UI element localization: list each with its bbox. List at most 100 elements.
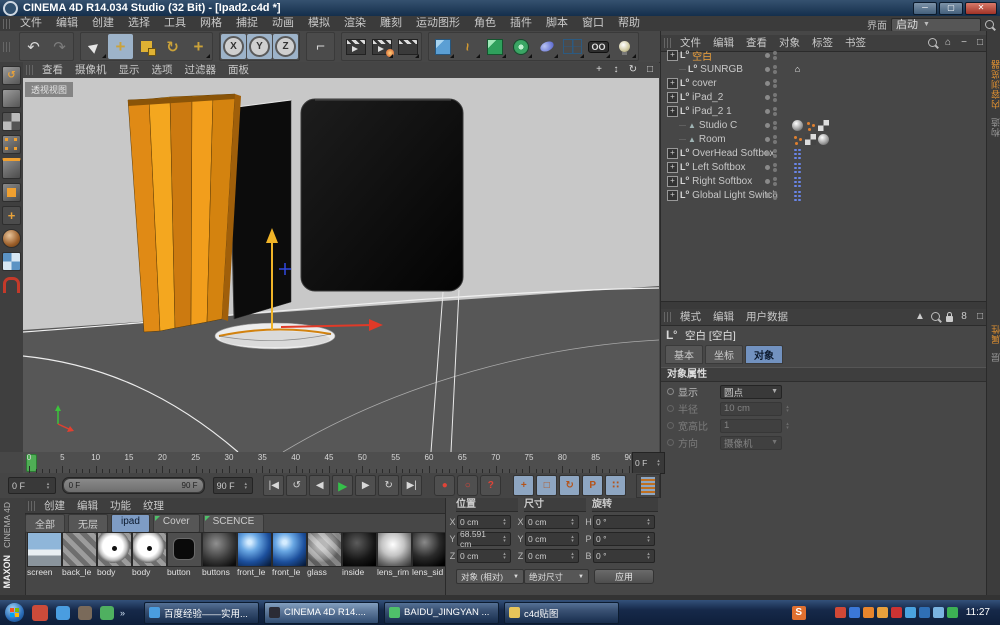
current-frame-input[interactable]: 0 F▴▾ [8, 477, 56, 494]
timeline-mode-button[interactable] [636, 474, 660, 498]
quick-launch-icon-3[interactable] [100, 606, 114, 620]
object-row[interactable]: —▲Studio C [661, 118, 987, 132]
quick-launch-icon-1[interactable] [56, 606, 70, 620]
am-menu-item-0[interactable]: 模式 [674, 309, 707, 325]
material-thumbnail[interactable] [272, 532, 307, 567]
expand-toggle-icon[interactable]: + [667, 148, 678, 159]
menubar-item-1[interactable]: 编辑 [49, 16, 85, 31]
layer-dot[interactable] [765, 95, 770, 100]
layer-dot[interactable] [765, 81, 770, 86]
material-layer-tab-1[interactable]: 无层 [68, 514, 108, 533]
om-grip[interactable] [664, 38, 671, 48]
visibility-dots[interactable] [765, 191, 777, 200]
object-label[interactable]: Studio C [699, 120, 737, 131]
field-dropdown[interactable]: 圆点▼ [720, 385, 782, 399]
rotation-p-field[interactable]: 0 °▴▾ [593, 532, 655, 546]
search-icon[interactable] [931, 312, 940, 321]
taskbar-window-3[interactable]: c4d贴图 [504, 602, 619, 624]
arrow-icon[interactable]: ▲ [915, 311, 925, 322]
object-label[interactable]: Left Softbox [692, 162, 745, 173]
render-view-button[interactable] [343, 34, 368, 59]
material-item[interactable]: body [97, 532, 131, 578]
material-thumbnail[interactable] [27, 532, 62, 567]
material-thumbnail[interactable] [62, 532, 97, 567]
material-menu-item-3[interactable]: 纹理 [137, 498, 170, 514]
snap-icon[interactable] [3, 277, 20, 293]
viewport-menu-item-0[interactable]: 查看 [36, 62, 69, 78]
material-layer-tab-2[interactable]: ipad [111, 514, 150, 533]
history-icon[interactable]: 8 [959, 311, 969, 322]
tray-icon-7[interactable] [933, 607, 944, 618]
record-active-objects-button[interactable]: ● [434, 475, 455, 496]
search-icon[interactable] [928, 38, 937, 47]
material-item[interactable]: lens_rim [377, 532, 411, 578]
timeline-frame-field[interactable]: 0 F ▴▾ [632, 452, 665, 474]
frame-range-scrubber[interactable]: 0 F 90 F [62, 477, 205, 494]
size-z-field[interactable]: 0 cm▴▾ [525, 549, 579, 563]
play-mode-button[interactable]: ↺ [286, 475, 307, 496]
editor-render-dots[interactable] [773, 177, 777, 186]
keyframe-dot-icon[interactable] [667, 388, 674, 395]
taskbar-window-2[interactable]: BAIDU_JINGYAN ... [384, 602, 499, 624]
editor-render-dots[interactable] [773, 149, 777, 158]
menubar-item-13[interactable]: 插件 [503, 16, 539, 31]
home-tag-icon[interactable]: ⌂ [792, 64, 803, 75]
visibility-dots[interactable] [765, 79, 777, 88]
object-label[interactable]: Room [699, 134, 726, 145]
spline-pen-button[interactable]: ~ [456, 34, 481, 59]
checker-tag-icon[interactable] [818, 120, 829, 131]
menubar-item-16[interactable]: 帮助 [611, 16, 647, 31]
expand-toggle-icon[interactable]: + [667, 106, 678, 117]
attribute-tab-0[interactable]: 基本 [665, 345, 703, 364]
object-row[interactable]: +LoOverHead Softbox [661, 146, 987, 160]
material-item[interactable]: body [132, 532, 166, 578]
viewport-menu-item-3[interactable]: 选项 [146, 62, 179, 78]
rotation-h-field[interactable]: 0 °▴▾ [593, 515, 655, 529]
visibility-dots[interactable] [765, 51, 777, 60]
quick-launch-icon-0[interactable] [32, 605, 48, 621]
size-x-field[interactable]: 0 cm▴▾ [525, 515, 579, 529]
menubar-item-0[interactable]: 文件 [13, 16, 49, 31]
editor-render-dots[interactable] [773, 65, 777, 74]
live-selection-button[interactable] [82, 34, 107, 59]
material-item[interactable]: inside [342, 532, 376, 578]
chevron-icon[interactable]: » [120, 608, 125, 618]
material-item[interactable]: buttons [202, 532, 236, 578]
axis-mode-icon[interactable]: + [2, 206, 21, 225]
tray-icon-3[interactable] [877, 607, 888, 618]
dock-tab-构造[interactable]: 构造 [989, 117, 1000, 137]
menubar-item-5[interactable]: 网格 [193, 16, 229, 31]
viewport-menu-item-5[interactable]: 面板 [222, 62, 255, 78]
visibility-dots[interactable] [765, 163, 777, 172]
visibility-dots[interactable] [765, 149, 777, 158]
material-thumbnail[interactable] [342, 532, 377, 567]
object-row[interactable]: +LoRight Softbox [661, 174, 987, 188]
menubar-item-15[interactable]: 窗口 [575, 16, 611, 31]
render-settings-button[interactable] [395, 34, 420, 59]
material-item[interactable]: front_le [272, 532, 306, 578]
object-row[interactable]: +LoLeft Softbox [661, 160, 987, 174]
title-bar[interactable]: CINEMA 4D R14.034 Studio (32 Bit) - [Ipa… [0, 0, 1000, 16]
attribute-tab-1[interactable]: 坐标 [705, 345, 743, 364]
rotate-view-icon[interactable]: ↻ [626, 63, 640, 76]
axis-lock-y-button[interactable]: Y [247, 34, 272, 59]
viewport-menu-item-4[interactable]: 过滤器 [179, 62, 223, 78]
layer-dot[interactable] [765, 179, 770, 184]
visibility-dots[interactable] [765, 107, 777, 116]
viewport-grip[interactable] [26, 65, 33, 75]
editor-render-dots[interactable] [773, 107, 777, 116]
menubar-item-14[interactable]: 脚本 [539, 16, 575, 31]
material-thumbnail[interactable] [307, 532, 342, 567]
attribute-tab-2[interactable]: 对象 [745, 345, 783, 364]
editor-render-dots[interactable] [773, 51, 777, 60]
next-frame-button[interactable]: ▶ [355, 475, 376, 496]
material-menu-item-1[interactable]: 编辑 [71, 498, 104, 514]
bluedots-tag-icon[interactable] [792, 176, 803, 187]
input-method-icon[interactable]: S [792, 606, 806, 620]
visibility-dots[interactable] [765, 177, 777, 186]
coord-mode-dropdown[interactable]: 对象 (相对)▼ [456, 569, 524, 584]
undo-button[interactable]: ↶ [21, 34, 46, 59]
end-frame-input[interactable]: 90 F▴▾ [213, 477, 254, 494]
am-menu-item-1[interactable]: 编辑 [707, 309, 740, 325]
expand-toggle-icon[interactable]: + [667, 92, 678, 103]
